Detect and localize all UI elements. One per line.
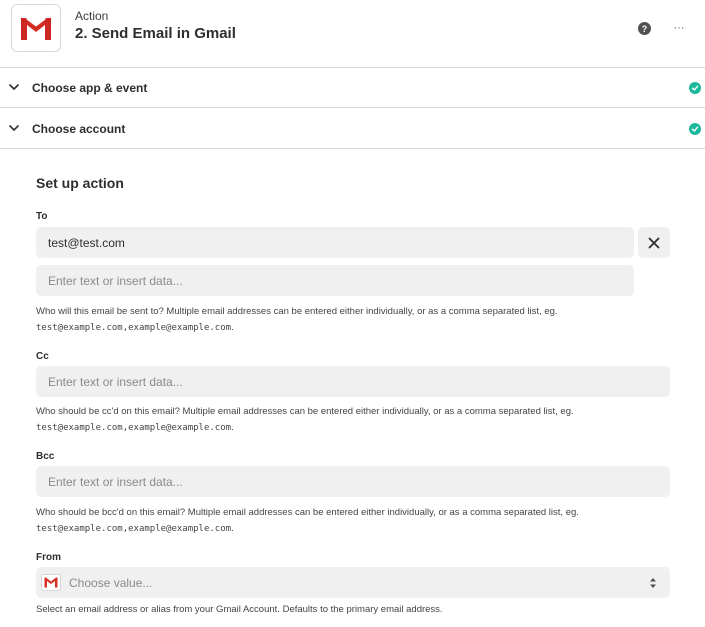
from-help-text: Select an email address or alias from yo… [36, 604, 443, 615]
cc-help-suffix: . [231, 422, 234, 433]
from-label: From [36, 552, 61, 563]
bcc-input[interactable]: Enter text or insert data... [36, 466, 670, 497]
check-circle-icon [689, 122, 701, 135]
cc-help-text: Who should be cc'd on this email? Multip… [36, 404, 574, 436]
from-select-placeholder: Choose value... [69, 576, 153, 590]
from-select[interactable]: Choose value... [36, 567, 670, 598]
clear-to-button[interactable] [638, 227, 670, 258]
step-type-label: Action [75, 9, 109, 23]
gmail-logo-small [41, 574, 61, 591]
select-arrows-icon [650, 578, 656, 588]
section-choose-app-event[interactable]: Choose app & event [0, 68, 705, 108]
section-label: Choose app & event [32, 80, 148, 95]
bcc-help-text: Who should be bcc'd on this email? Multi… [36, 505, 579, 537]
close-icon [648, 237, 660, 248]
gmail-logo [11, 4, 61, 52]
setup-action-title: Set up action [36, 175, 124, 191]
to-value-field[interactable]: test@test.com [36, 227, 634, 258]
more-options-icon[interactable]: ··· [670, 20, 688, 36]
help-icon[interactable]: ? [638, 22, 651, 35]
cc-input[interactable]: Enter text or insert data... [36, 366, 670, 397]
gmail-icon [44, 577, 58, 588]
to-help-suffix: . [231, 322, 234, 333]
bcc-label: Bcc [36, 451, 55, 462]
section-choose-account[interactable]: Choose account [0, 109, 705, 149]
to-help-prefix: Who will this email be sent to? Multiple… [36, 306, 558, 317]
to-input[interactable]: Enter text or insert data... [36, 265, 634, 296]
to-help-example: test@example.com,example@example.com [36, 323, 232, 333]
chevron-down-icon [9, 125, 19, 131]
cc-label: Cc [36, 351, 49, 362]
section-label: Choose account [32, 121, 126, 136]
gmail-icon [20, 16, 52, 40]
cc-help-example: test@example.com,example@example.com [36, 423, 232, 433]
to-label: To [36, 211, 48, 222]
step-header: Action 2. Send Email in Gmail ? ··· [0, 0, 705, 68]
to-help-text: Who will this email be sent to? Multiple… [36, 304, 558, 336]
step-title[interactable]: 2. Send Email in Gmail [75, 25, 236, 42]
chevron-down-icon [9, 84, 19, 90]
check-circle-icon [689, 81, 701, 94]
bcc-help-suffix: . [231, 523, 234, 534]
cc-help-prefix: Who should be cc'd on this email? Multip… [36, 406, 574, 417]
bcc-help-example: test@example.com,example@example.com [36, 524, 232, 534]
bcc-help-prefix: Who should be bcc'd on this email? Multi… [36, 507, 579, 518]
